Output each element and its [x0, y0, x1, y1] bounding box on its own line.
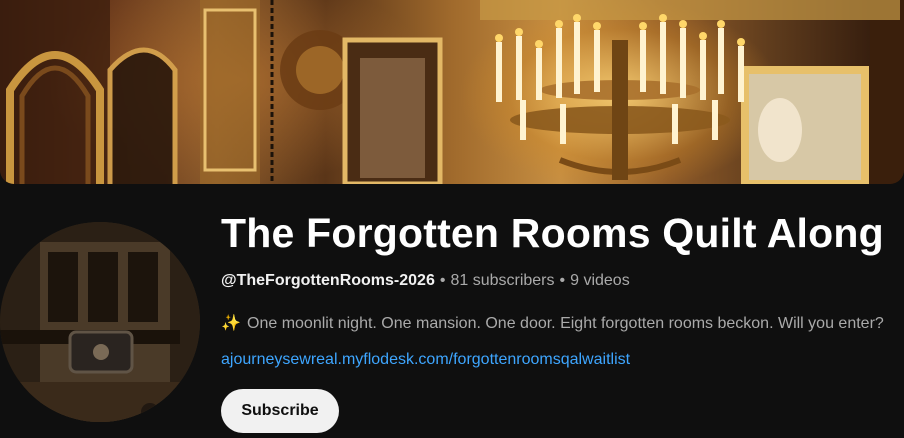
channel-title: The Forgotten Rooms Quilt Along: [221, 210, 884, 256]
channel-avatar[interactable]: [0, 222, 200, 422]
meta-separator: •: [439, 272, 446, 289]
channel-handle: @TheForgottenRooms-2026: [221, 272, 435, 289]
channel-banner: [0, 0, 904, 184]
channel-meta: @TheForgottenRooms-2026 • 81 subscribers • 9…: [221, 272, 630, 290]
video-count: 9 videos: [570, 272, 630, 289]
chandelier-image: [495, 14, 745, 180]
subscriber-count: 81 subscribers: [450, 272, 555, 289]
old-door-image: [0, 222, 200, 422]
sparkles-icon: ✨: [221, 315, 241, 332]
description-text: One moonlit night. One mansion. One door…: [247, 315, 884, 332]
channel-link[interactable]: ajourneysewreal.myflodesk.com/forgottenr…: [221, 351, 630, 369]
subscribe-button[interactable]: Subscribe: [221, 389, 339, 433]
channel-page: The Forgotten Rooms Quilt Along @TheForg…: [0, 0, 904, 438]
banner-artwork: [0, 0, 904, 184]
channel-description[interactable]: ✨ One moonlit night. One mansion. One doo…: [221, 313, 904, 333]
meta-separator: •: [559, 272, 566, 289]
